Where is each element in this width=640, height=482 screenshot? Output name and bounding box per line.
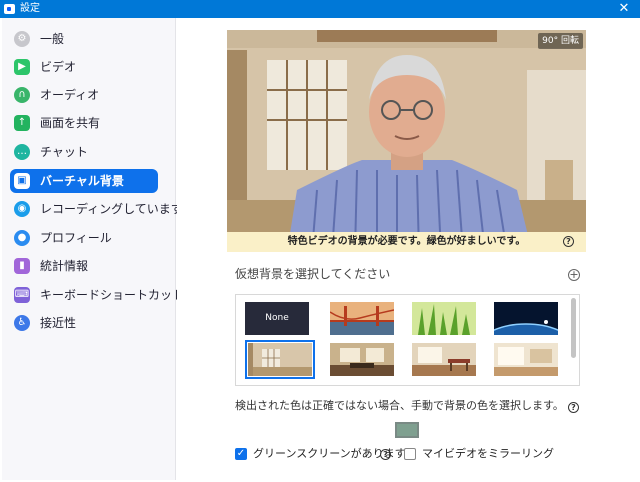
headphones-icon: ∩ bbox=[14, 87, 30, 103]
sidebar-item-label: レコーディングしています bbox=[40, 202, 183, 216]
rotate-video-button[interactable]: 90° 回転 bbox=[538, 33, 583, 49]
grass-image bbox=[412, 302, 476, 335]
help-icon[interactable]: ? bbox=[567, 402, 579, 413]
background-thumb-bright-room[interactable] bbox=[494, 343, 558, 376]
sidebar-item-recording[interactable]: ◉ レコーディングしています bbox=[10, 197, 183, 221]
help-icon[interactable]: ? bbox=[380, 449, 391, 460]
dining-room-image bbox=[412, 343, 476, 376]
earth-from-space-image bbox=[494, 302, 558, 335]
accessibility-icon: ♿ bbox=[14, 315, 30, 331]
color-detection-text: 検出された色は正確ではない場合、手動で背景の色を選択します。 bbox=[235, 399, 564, 412]
sidebar-item-label: 一般 bbox=[40, 32, 65, 46]
sidebar-item-label: バーチャル背景 bbox=[40, 174, 124, 188]
background-thumb-room-interior[interactable] bbox=[245, 340, 315, 379]
gallery-scrollbar[interactable] bbox=[571, 298, 576, 358]
sidebar-item-label: 統計情報 bbox=[40, 259, 89, 273]
sidebar-item-label: 画面を共有 bbox=[40, 116, 101, 130]
camera-preview-image bbox=[227, 30, 586, 252]
background-thumb-living-room[interactable] bbox=[330, 343, 394, 376]
living-room-image bbox=[330, 343, 394, 376]
background-gallery: None bbox=[235, 294, 580, 386]
room-interior-image bbox=[248, 343, 312, 376]
green-screen-checkbox[interactable]: ✓ bbox=[235, 448, 247, 460]
background-thumb-none[interactable]: None bbox=[245, 302, 309, 335]
chat-bubble-icon: … bbox=[14, 144, 30, 160]
background-thumb-golden-gate-bridge[interactable] bbox=[330, 302, 394, 335]
video-camera-icon: ▶ bbox=[14, 59, 30, 75]
gear-icon: ⚙ bbox=[14, 31, 30, 47]
zoom-app-icon bbox=[4, 4, 15, 14]
background-thumb-dining-room[interactable] bbox=[412, 343, 476, 376]
close-button[interactable]: ✕ bbox=[612, 0, 636, 18]
background-thumb-grass[interactable] bbox=[412, 302, 476, 335]
mirror-video-label: マイビデオをミラーリング bbox=[422, 447, 554, 460]
keyboard-icon: ⌨ bbox=[14, 287, 30, 303]
sidebar-item-virtual-background[interactable]: ▣ バーチャル背景 bbox=[10, 169, 158, 193]
sidebar-item-label: キーボードショートカット bbox=[40, 288, 185, 302]
sidebar-item-audio[interactable]: ∩ オーディオ bbox=[10, 83, 158, 107]
green-screen-option[interactable]: ✓ グリーンスクリーンがあります ? bbox=[235, 446, 406, 462]
share-screen-icon: ↑ bbox=[14, 115, 30, 131]
background-color-swatch[interactable] bbox=[395, 422, 419, 438]
bar-chart-icon: ▮ bbox=[14, 258, 30, 274]
sidebar-item-profile[interactable]: ● プロフィール bbox=[10, 226, 158, 250]
sidebar-item-general[interactable]: ⚙ 一般 bbox=[10, 27, 158, 51]
sidebar-item-label: 接近性 bbox=[40, 316, 77, 330]
window-title: 設定 bbox=[20, 3, 40, 14]
sidebar-item-keyboard-shortcuts[interactable]: ⌨ キーボードショートカット bbox=[10, 283, 184, 307]
camera-preview: 90° 回転 bbox=[227, 30, 586, 252]
title-bar: 設定 ✕ bbox=[0, 0, 640, 18]
bright-room-image bbox=[494, 343, 558, 376]
sidebar-item-share-screen[interactable]: ↑ 画面を共有 bbox=[10, 111, 158, 135]
warning-message: 特色ビデオの背景が必要です。緑色が好ましいです。 bbox=[287, 236, 526, 247]
virtual-background-icon: ▣ bbox=[14, 173, 30, 189]
add-background-button[interactable]: + bbox=[568, 269, 580, 281]
mirror-video-option[interactable]: マイビデオをミラーリング bbox=[404, 446, 554, 462]
sidebar-item-label: オーディオ bbox=[40, 88, 100, 102]
sidebar-item-label: ビデオ bbox=[40, 60, 77, 74]
help-icon[interactable]: ? bbox=[563, 236, 574, 247]
select-background-label: 仮想背景を選択してください bbox=[235, 267, 391, 281]
sidebar-item-label: チャット bbox=[40, 145, 88, 159]
sidebar-item-chat[interactable]: … チャット bbox=[10, 140, 158, 164]
color-detection-note: 検出された色は正確ではない場合、手動で背景の色を選択します。? bbox=[235, 398, 579, 414]
sidebar-item-statistics[interactable]: ▮ 統計情報 bbox=[10, 254, 158, 278]
mirror-video-checkbox[interactable] bbox=[404, 448, 416, 460]
settings-sidebar: ⚙ 一般 ▶ ビデオ ∩ オーディオ ↑ 画面を共有 … チャット ▣ バーチャ… bbox=[2, 18, 184, 480]
background-thumb-earth-from-space[interactable] bbox=[494, 302, 558, 335]
sidebar-item-label: プロフィール bbox=[40, 231, 112, 245]
person-icon: ● bbox=[14, 230, 30, 246]
record-icon: ◉ bbox=[14, 201, 30, 217]
green-screen-warning: 特色ビデオの背景が必要です。緑色が好ましいです。 ? bbox=[227, 232, 586, 252]
sidebar-item-video[interactable]: ▶ ビデオ bbox=[10, 55, 158, 79]
sidebar-item-accessibility[interactable]: ♿ 接近性 bbox=[10, 311, 158, 335]
virtual-background-panel: 90° 回転 特色ビデオの背景が必要です。緑色が好ましいです。 ? 仮想背景を選… bbox=[177, 18, 640, 480]
golden-gate-bridge-image bbox=[330, 302, 394, 335]
